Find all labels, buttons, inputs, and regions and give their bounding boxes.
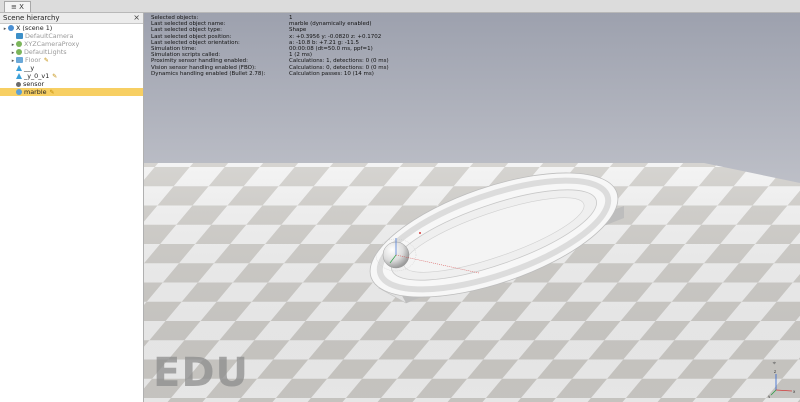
svg-text:z: z [774, 369, 776, 374]
info-key: Dynamics handling enabled (Bullet 2.78): [151, 70, 266, 77]
simulation-info-overlay: Selected objects: 1 Last selected object n… [151, 15, 389, 77]
tree-item[interactable]: ▸ DefaultLights [0, 48, 143, 56]
tree-item[interactable]: _y_0_v1 ✎ [0, 72, 143, 80]
ball-icon [16, 89, 22, 95]
scene-tree: ▸ X (scene 1) DefaultCamera ▸ XYZCameraProxy… [0, 24, 143, 96]
tree-item-label: __y [24, 64, 35, 72]
tab-scene-x[interactable]: ≡ X [4, 1, 31, 12]
world-icon [8, 25, 14, 31]
tree-item[interactable]: ▸ X (scene 1) [0, 24, 143, 32]
tree-item-label: X (scene 1) [16, 24, 53, 32]
drop-icon [16, 65, 22, 71]
info-value: Calculation passes: 10 (14 ms) [289, 70, 374, 77]
script-icon[interactable]: ✎ [44, 57, 49, 64]
info-row: Dynamics handling enabled (Bullet 2.78):… [151, 71, 389, 77]
group-icon [16, 41, 22, 47]
scene-hierarchy-panel: Scene hierarchy × ▸ X (scene 1) DefaultCam… [0, 13, 144, 402]
tree-item-label: DefaultLights [24, 48, 67, 56]
scene-hierarchy-title: Scene hierarchy [3, 14, 60, 22]
tree-item-label: marble [24, 88, 47, 96]
sensor-icon [16, 81, 21, 87]
camera-icon [16, 33, 23, 39]
axis-orientation-icon: z x y [768, 369, 796, 398]
script-icon[interactable]: ✎ [52, 73, 57, 80]
scene-viewport[interactable]: Selected objects: 1 Last selected object n… [144, 13, 800, 402]
tree-item[interactable]: marble ✎ [0, 88, 143, 96]
tree-item-label: _y_0_v1 [24, 72, 50, 80]
floor-icon [16, 57, 23, 63]
tree-item[interactable]: __y [0, 64, 143, 72]
tree-item[interactable]: ▸ XYZCameraProxy [0, 40, 143, 48]
scene-hierarchy-header: Scene hierarchy × [0, 13, 143, 24]
tree-item-label: Floor [25, 56, 41, 64]
tree-item-label: sensor [23, 80, 45, 88]
tree-item[interactable]: sensor [0, 80, 143, 88]
edu-watermark: EDU [153, 350, 250, 396]
tree-item[interactable]: ▸ Floor ✎ [0, 56, 143, 64]
drop-icon [16, 73, 22, 79]
tree-item[interactable]: DefaultCamera [0, 32, 143, 40]
tree-item-label: DefaultCamera [25, 32, 74, 40]
svg-text:y: y [768, 394, 771, 398]
svg-text:x: x [793, 389, 796, 394]
script-icon[interactable]: ✎ [50, 89, 55, 96]
group-icon [16, 49, 22, 55]
tree-item-label: XYZCameraProxy [24, 40, 80, 48]
tab-bar: ≡ X [0, 0, 800, 13]
close-icon[interactable]: × [133, 13, 140, 23]
